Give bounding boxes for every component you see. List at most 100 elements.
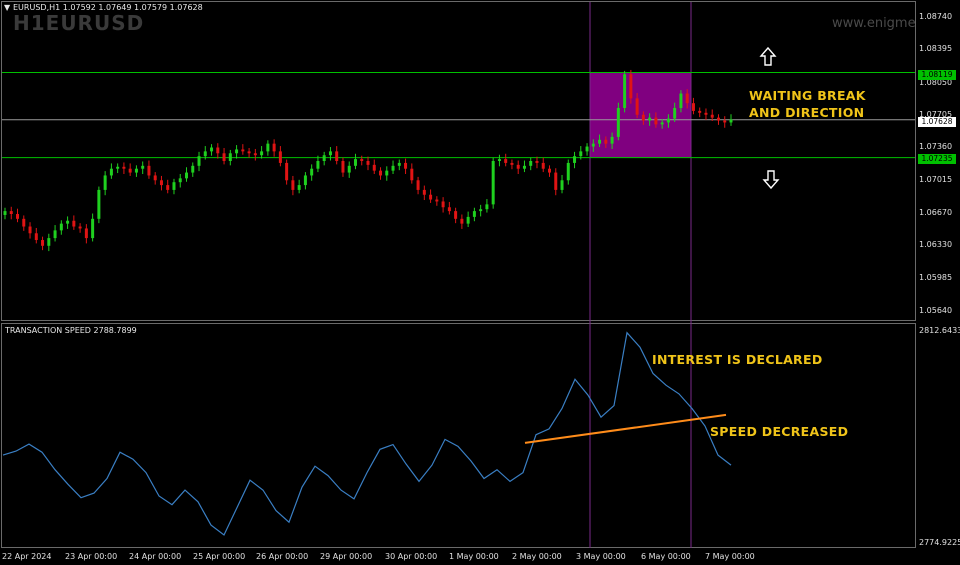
candle-body — [278, 151, 282, 163]
candle-body — [429, 194, 433, 200]
candle-body — [698, 110, 702, 113]
time-axis-label: 7 May 00:00 — [705, 552, 755, 561]
price-axis-label: 1.07015 — [919, 175, 953, 184]
candle-body — [479, 209, 483, 212]
candle-body — [391, 165, 395, 171]
symbol-dropdown-icon[interactable]: ▼ — [4, 3, 10, 12]
up-arrow-icon — [759, 46, 777, 66]
candle-body — [328, 151, 332, 156]
candle-body — [178, 178, 182, 183]
candle-body — [9, 211, 13, 214]
candle-body — [585, 146, 589, 152]
candle-body — [153, 175, 157, 181]
candle-body — [379, 170, 383, 176]
time-axis-label: 26 Apr 00:00 — [256, 552, 309, 561]
candle-body — [447, 207, 451, 212]
time-axis-label: 6 May 00:00 — [641, 552, 691, 561]
candle-body — [673, 108, 677, 119]
candle-body — [166, 185, 170, 190]
candle-body — [147, 165, 151, 176]
price-axis-label: 1.05640 — [919, 306, 953, 315]
chart-window: ▼ EURUSD,H1 1.07592 1.07649 1.07579 1.07… — [0, 0, 960, 565]
candle-body — [22, 218, 26, 227]
candle-body — [41, 240, 45, 246]
candle-body — [566, 162, 570, 181]
candle-body — [78, 226, 82, 229]
candle-body — [660, 122, 664, 125]
candle-body — [360, 159, 364, 161]
candle-body — [685, 93, 689, 104]
candle-body — [16, 214, 20, 219]
chart-canvas[interactable] — [0, 0, 960, 565]
candle-body — [604, 139, 608, 144]
candle-body — [641, 114, 645, 121]
candle-body — [472, 211, 476, 217]
candle-body — [635, 98, 639, 115]
candle-body — [285, 162, 289, 181]
price-axis-label: 1.06670 — [919, 208, 953, 217]
candle-body — [610, 136, 614, 144]
candle-body — [197, 156, 201, 166]
candle-body — [535, 161, 539, 163]
candle-body — [573, 156, 577, 163]
candle-body — [648, 117, 652, 121]
candle-body — [222, 153, 226, 161]
candle-body — [510, 162, 514, 165]
candle-body — [116, 166, 120, 169]
transaction-speed-line — [2, 331, 732, 536]
candle-body — [397, 162, 401, 166]
candle-body — [548, 168, 551, 173]
candle-body — [579, 151, 583, 157]
indicator-title: TRANSACTION SPEED 2788.7899 — [5, 326, 137, 335]
candle-body — [410, 168, 414, 181]
time-axis-label: 23 Apr 00:00 — [65, 552, 118, 561]
candle-body — [716, 117, 720, 121]
candle-body — [529, 161, 533, 166]
candle-body — [310, 168, 314, 176]
candle-body — [623, 74, 627, 108]
candle-body — [435, 199, 439, 202]
candle-body — [704, 112, 708, 115]
candle-body — [666, 118, 670, 123]
candle-body — [322, 155, 326, 161]
candle-body — [297, 185, 301, 190]
price-axis-label: 1.05985 — [919, 273, 953, 282]
candle-body — [97, 189, 101, 219]
candle-body — [591, 143, 595, 147]
candle-body — [466, 216, 470, 224]
candle-body — [504, 159, 508, 163]
candle-body — [191, 165, 195, 173]
price-axis-label: 1.07360 — [919, 142, 953, 151]
candle-body — [522, 165, 526, 169]
candle-body — [385, 170, 389, 176]
candle-body — [159, 180, 163, 186]
candle-body — [541, 162, 545, 169]
candle-body — [228, 153, 232, 161]
price-axis-label: 1.08740 — [919, 12, 953, 21]
candle-body — [53, 230, 57, 239]
level-price-tag-lower: 1.07235 — [918, 154, 956, 164]
candle-body — [34, 233, 38, 241]
candle-body — [303, 175, 307, 186]
down-arrow-icon — [762, 170, 780, 190]
price-axis-label: 1.08395 — [919, 44, 953, 53]
candle-body — [210, 147, 214, 152]
candle-body — [185, 172, 188, 179]
candle-body — [516, 164, 520, 169]
annotation-speed: SPEED DECREASED — [710, 424, 849, 439]
indicator-axis-bottom: 2774.9225 — [919, 538, 960, 547]
candle-body — [491, 161, 495, 205]
candle-body — [416, 180, 420, 190]
candle-body — [372, 164, 376, 171]
candle-body — [260, 151, 264, 156]
annotation-waiting-line2: AND DIRECTION — [749, 105, 865, 120]
candle-body — [247, 151, 251, 154]
candle-body — [422, 189, 426, 195]
candle-body — [3, 211, 7, 215]
candle-body — [554, 172, 558, 190]
candle-body — [235, 149, 239, 154]
candle-body — [59, 223, 63, 231]
candle-body — [84, 228, 88, 239]
candle-body — [28, 226, 32, 234]
candle-body — [47, 238, 51, 246]
